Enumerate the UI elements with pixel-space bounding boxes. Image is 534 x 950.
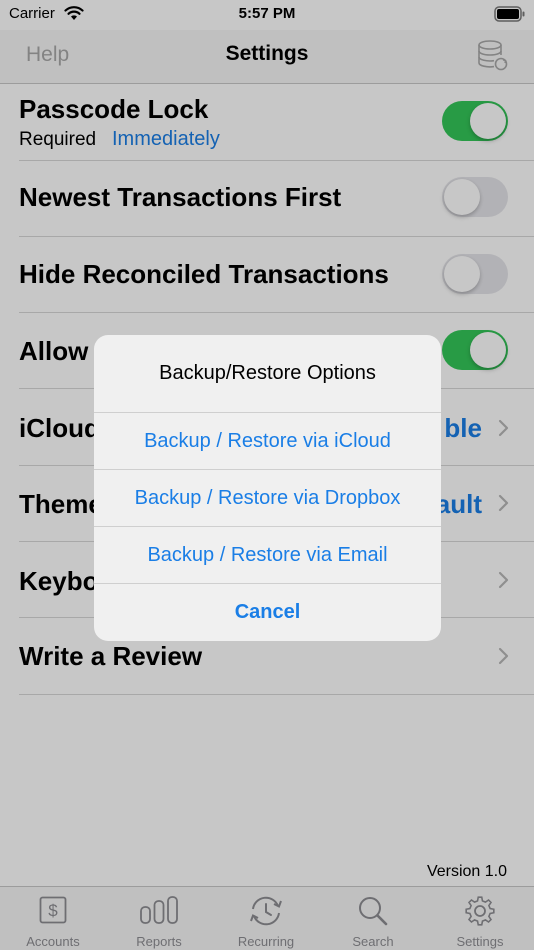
- alert-title: Backup/Restore Options: [159, 362, 376, 384]
- backup-email-button[interactable]: Backup / Restore via Email: [94, 526, 441, 583]
- backup-restore-alert: Backup/Restore Options Backup / Restore …: [94, 335, 441, 641]
- cancel-button[interactable]: Cancel: [94, 583, 441, 640]
- backup-dropbox-button[interactable]: Backup / Restore via Dropbox: [94, 469, 441, 526]
- backup-icloud-button[interactable]: Backup / Restore via iCloud: [94, 412, 441, 469]
